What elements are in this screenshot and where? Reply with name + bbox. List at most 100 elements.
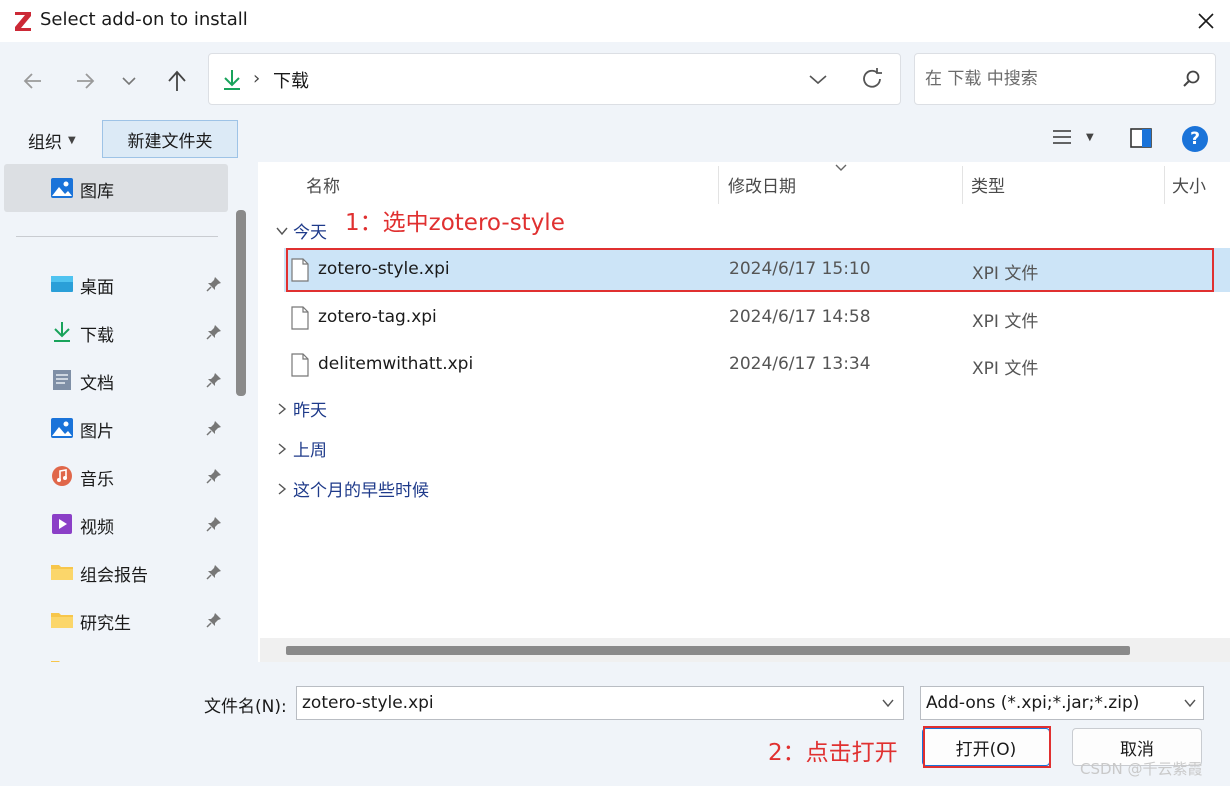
sidebar-item-videos[interactable]: 视频	[0, 502, 230, 546]
pin-icon[interactable]	[206, 276, 222, 292]
arrow-up-icon	[168, 70, 186, 91]
list-view-icon	[1053, 130, 1071, 144]
file-name: zotero-tag.xpi	[318, 307, 437, 327]
arrow-left-icon	[23, 73, 41, 89]
pin-icon[interactable]	[206, 420, 222, 436]
annotation-step1: 1：选中zotero-style	[345, 210, 565, 236]
pin-icon[interactable]	[206, 612, 222, 628]
help-button[interactable]: ?	[1182, 126, 1208, 152]
sidebar-item-gallery[interactable]: 图库	[0, 166, 230, 210]
filename-input[interactable]	[297, 687, 867, 719]
download-icon	[224, 70, 240, 90]
sidebar-item-label: 组会报告	[80, 566, 148, 586]
command-bar: 组织 ▼ 新建文件夹 ▼ ?	[0, 116, 1230, 162]
sidebar-item-label: 视频	[80, 518, 114, 538]
sidebar-item-folder-group-report[interactable]: 组会报告	[0, 550, 230, 594]
pin-icon[interactable]	[206, 564, 222, 580]
sidebar-divider	[16, 236, 218, 237]
sidebar-item-downloads[interactable]: 下载	[0, 310, 230, 354]
file-type-filter[interactable]: Add-ons (*.xpi;*.jar;*.zip)	[920, 686, 1204, 720]
group-label: 昨天	[293, 401, 327, 421]
back-button[interactable]	[18, 66, 48, 96]
forward-button[interactable]	[70, 66, 100, 96]
chevron-down-icon[interactable]	[881, 697, 895, 709]
view-options-button[interactable]: ▼	[1052, 128, 1094, 146]
chevron-down-icon	[1184, 699, 1196, 708]
new-folder-button[interactable]: 新建文件夹	[102, 120, 238, 158]
title-bar: Select add-on to install	[0, 0, 1230, 42]
group-label: 这个月的早些时候	[293, 481, 429, 501]
sidebar-item-music[interactable]: 音乐	[0, 454, 230, 498]
sidebar-item-label: 图库	[80, 182, 114, 202]
sidebar-item-pictures[interactable]: 图片	[0, 406, 230, 450]
column-divider[interactable]	[1164, 166, 1165, 204]
column-header-type[interactable]: 类型	[971, 172, 1005, 197]
filename-label: 文件名(N):	[204, 697, 287, 717]
chevron-down-icon	[122, 77, 136, 86]
pin-icon[interactable]	[206, 468, 222, 484]
column-header-size[interactable]: 大小	[1172, 172, 1206, 197]
arrow-right-icon	[77, 73, 95, 89]
scrollbar-thumb[interactable]	[286, 646, 1130, 655]
file-type: XPI 文件	[972, 312, 1039, 332]
close-icon[interactable]	[1190, 6, 1222, 36]
sidebar-item-label: 桌面	[80, 278, 114, 298]
caret-down-icon: ▼	[1086, 131, 1094, 143]
search-input[interactable]	[915, 54, 1175, 104]
chevron-right-icon	[272, 482, 292, 496]
sidebar-item-label: 研究生	[80, 614, 131, 634]
sort-caret-icon	[835, 164, 847, 171]
chevron-down-icon[interactable]	[807, 68, 829, 90]
filename-combobox[interactable]	[296, 686, 904, 720]
sidebar-item-label: 下载	[80, 326, 114, 346]
group-header-earlier-this-month[interactable]: 这个月的早些时候	[272, 476, 429, 501]
sidebar-item-desktop[interactable]: 桌面	[0, 262, 230, 306]
watermark: CSDN @千云紫霞	[1080, 760, 1203, 778]
sidebar-item-folder-graduate[interactable]: 研究生	[0, 598, 230, 642]
group-header-yesterday[interactable]: 昨天	[272, 396, 327, 421]
navigation-pane: 图库 桌面 下载 文档 图片 音乐 视频 组会报告 研究生	[0, 162, 258, 662]
file-icon	[291, 306, 309, 330]
file-row[interactable]: zotero-tag.xpi 2024/6/17 14:58 XPI 文件	[284, 296, 1230, 340]
preview-pane-icon[interactable]	[1130, 128, 1152, 148]
pin-icon[interactable]	[206, 372, 222, 388]
desktop-icon	[51, 276, 73, 292]
sidebar-item-label: 图片	[80, 422, 114, 442]
sidebar-scrollbar[interactable]	[236, 210, 246, 396]
sidebar-item-documents[interactable]: 文档	[0, 358, 230, 402]
chevron-down-icon	[272, 226, 292, 236]
search-box[interactable]	[914, 53, 1216, 105]
folder-icon	[51, 565, 73, 580]
annotation-highlight-file	[286, 248, 1214, 292]
group-label: 上周	[293, 441, 327, 461]
address-bar[interactable]: › 下载	[208, 53, 901, 105]
navigation-bar: › 下载	[0, 42, 1230, 116]
pin-icon[interactable]	[206, 324, 222, 340]
file-type-filter-value: Add-ons (*.xpi;*.jar;*.zip)	[926, 693, 1140, 713]
annotation-step2: 2：点击打开	[768, 740, 898, 766]
file-date: 2024/6/17 14:58	[729, 307, 871, 327]
annotation-highlight-open	[923, 726, 1051, 768]
file-list: 名称 修改日期 类型 大小 今天 zotero-style.xpi 2024/6…	[260, 162, 1230, 662]
refresh-icon[interactable]	[859, 66, 885, 92]
gallery-icon	[51, 178, 73, 198]
up-button[interactable]	[162, 66, 192, 96]
group-header-last-week[interactable]: 上周	[272, 436, 327, 461]
horizontal-scrollbar[interactable]	[260, 638, 1230, 662]
sidebar-item-label: 音乐	[80, 470, 114, 490]
breadcrumb-item[interactable]: 下载	[273, 67, 309, 93]
column-header-name[interactable]: 名称	[306, 172, 340, 197]
file-row[interactable]: delitemwithatt.xpi 2024/6/17 13:34 XPI 文…	[284, 343, 1230, 387]
group-header-today[interactable]: 今天	[272, 218, 327, 243]
file-icon	[291, 353, 309, 377]
column-header-date[interactable]: 修改日期	[728, 172, 796, 197]
recent-locations-button[interactable]	[114, 66, 144, 96]
folder-icon	[51, 613, 73, 628]
column-divider[interactable]	[962, 166, 963, 204]
video-icon	[52, 514, 72, 534]
pin-icon[interactable]	[206, 516, 222, 532]
organize-menu[interactable]: 组织 ▼	[28, 128, 76, 153]
sidebar-item-folder-partial[interactable]	[0, 646, 230, 662]
search-icon[interactable]	[1181, 69, 1201, 89]
column-divider[interactable]	[718, 166, 719, 204]
